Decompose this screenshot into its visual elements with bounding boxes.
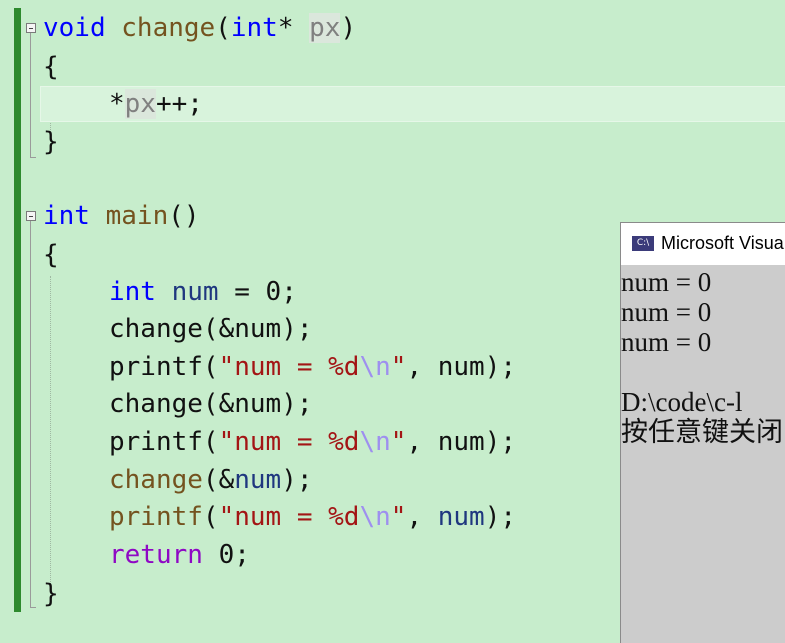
token-keyword: return [109, 540, 203, 570]
token-punct: 0; [202, 540, 250, 570]
token-string: "num = %d [218, 427, 360, 457]
token-string: "num = %d [218, 352, 360, 382]
code-line-9[interactable]: change(&num); [43, 311, 313, 347]
console-window[interactable]: C:\ Microsoft Visua num = 0 num = 0 num … [620, 222, 785, 643]
token-punct: * [277, 13, 294, 43]
token-function-call: printf [109, 427, 203, 457]
code-line-13[interactable]: change(&num); [43, 462, 313, 498]
console-line: 按任意键关闭 [621, 417, 783, 447]
token-function-call: printf [109, 502, 203, 532]
token-punct: (&num); [202, 314, 313, 344]
fold-guide [30, 221, 31, 607]
fold-guide [30, 33, 31, 157]
token-string: " [390, 427, 407, 457]
console-line: D:\code\c-l [621, 387, 743, 417]
token-escape: \n [359, 502, 391, 532]
token-operator: * [109, 89, 125, 119]
code-line-1[interactable]: void change(int* px) [43, 10, 356, 46]
token-brace: { [43, 52, 59, 82]
token-punct: = 0; [218, 277, 297, 307]
console-app-icon: C:\ [632, 236, 654, 251]
console-line: num = 0 [621, 327, 712, 357]
code-line-11[interactable]: change(&num); [43, 386, 313, 422]
code-line-3[interactable]: *px++; [43, 86, 203, 122]
token-punct: ); [281, 465, 313, 495]
token-keyword: void [43, 13, 106, 43]
code-line-12[interactable]: printf("num = %d\n", num); [43, 424, 516, 460]
code-line-15[interactable]: return 0; [43, 537, 250, 573]
token-punct: () [168, 201, 200, 231]
token-parameter: px [124, 89, 156, 119]
token-punct: (& [202, 465, 235, 495]
code-line-6[interactable]: int main() [43, 198, 200, 234]
console-output[interactable]: num = 0 num = 0 num = 0 D:\code\c-l 按任意键… [621, 267, 785, 447]
fold-guide-end [30, 607, 36, 608]
fold-guide-end [30, 157, 36, 158]
token-punct: ( [202, 427, 219, 457]
code-line-2[interactable]: { [43, 49, 59, 85]
collapse-toggle-change[interactable] [26, 23, 36, 33]
code-line-8[interactable]: int num = 0; [43, 274, 297, 310]
token-punct: , [406, 502, 438, 532]
token-function-call: change [109, 314, 203, 344]
code-line-10[interactable]: printf("num = %d\n", num); [43, 349, 516, 385]
code-line-14[interactable]: printf("num = %d\n", num); [43, 499, 516, 535]
code-line-16[interactable]: } [43, 576, 59, 612]
token-variable: num [171, 277, 219, 307]
token-string: " [390, 502, 407, 532]
token-string: " [390, 352, 407, 382]
token-function-call: change [109, 389, 203, 419]
code-line-7[interactable]: { [43, 237, 59, 273]
console-title: Microsoft Visua [661, 233, 784, 253]
token-keyword: int [109, 277, 156, 307]
token-punct: ( [202, 502, 219, 532]
token-punct: ++; [155, 89, 203, 119]
token-keyword: int [43, 201, 90, 231]
token-punct: ( [202, 352, 219, 382]
token-punct: ( [215, 13, 231, 43]
console-title-bar[interactable]: C:\ Microsoft Visua [621, 223, 785, 265]
token-punct: (&num); [202, 389, 313, 419]
token-variable: num [437, 502, 485, 532]
code-line-4[interactable]: } [43, 124, 59, 160]
token-function-name: main [105, 201, 169, 231]
token-keyword: int [230, 13, 278, 43]
token-escape: \n [359, 352, 391, 382]
console-line: num = 0 [621, 267, 712, 297]
token-punct: ) [340, 13, 357, 43]
token-function-call: printf [109, 352, 203, 382]
token-parameter: px [309, 13, 341, 43]
change-marker-bar [14, 8, 21, 612]
token-brace: } [43, 127, 59, 157]
token-punct: , num); [406, 352, 517, 382]
console-line: num = 0 [621, 297, 712, 327]
token-string: "num = %d [218, 502, 360, 532]
token-escape: \n [359, 427, 391, 457]
token-punct: ); [484, 502, 517, 532]
token-function-name: change [121, 13, 216, 43]
collapse-toggle-main[interactable] [26, 211, 36, 221]
token-function-call: change [109, 465, 203, 495]
token-punct: , num); [406, 427, 517, 457]
token-brace: } [43, 579, 59, 609]
token-brace: { [43, 240, 59, 270]
token-variable: num [234, 465, 282, 495]
